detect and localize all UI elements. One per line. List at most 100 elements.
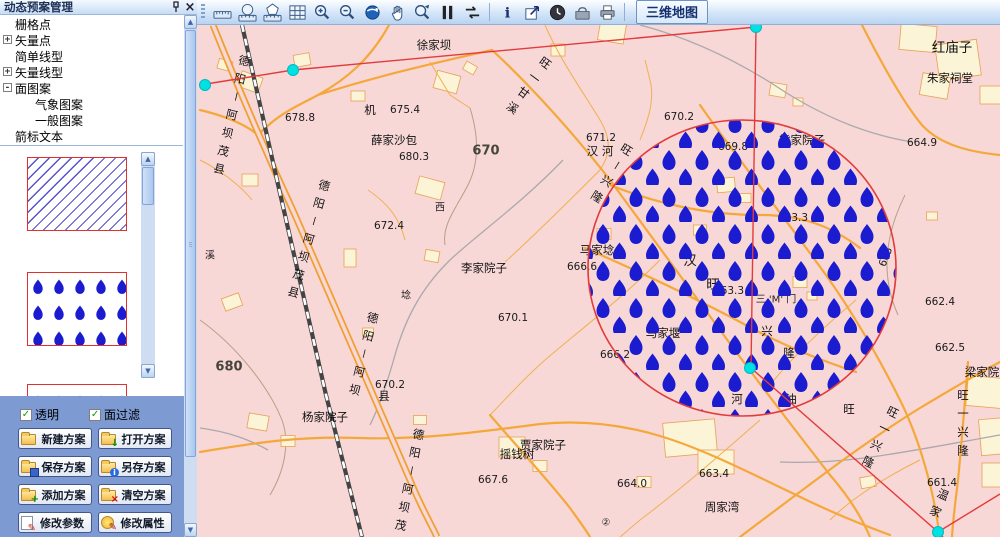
tree-item-1[interactable]: +矢量点 xyxy=(0,32,183,48)
pattern-list-scrollbar[interactable]: ▲ ▼ xyxy=(141,152,155,378)
plan-manager-panel: 动态预案管理 × 栅格点+矢量点简单线型+矢量线型-面图案气象图案一般图案箭标文… xyxy=(0,0,197,537)
export-icon[interactable] xyxy=(522,2,542,22)
scrollbar-thumb[interactable] xyxy=(142,167,154,205)
button-folder-open[interactable]: ↓打开方案 xyxy=(98,428,172,449)
measure-distance-icon[interactable] xyxy=(212,2,232,22)
checkbox-1[interactable]: ✓面过滤 xyxy=(89,406,140,423)
map-label: 旺一兴隆 xyxy=(856,403,903,477)
checkbox-0[interactable]: ✓透明 xyxy=(20,406,59,423)
close-icon[interactable]: × xyxy=(183,1,197,14)
zoom-out-icon[interactable] xyxy=(337,2,357,22)
edit-attrs-icon: ✎ xyxy=(101,516,114,529)
button-edit-params[interactable]: ✎修改参数 xyxy=(18,512,92,533)
map-label: 662.5 xyxy=(935,342,965,354)
button-edit-attrs[interactable]: ✎ 修改属性 xyxy=(98,512,172,533)
map-label: 李家院子 xyxy=(461,260,507,276)
folder-clear-icon: × xyxy=(101,490,116,501)
checkbox-box[interactable]: ✓ xyxy=(89,409,101,421)
map-toolbar: i 三维地图 xyxy=(197,0,1000,25)
folder-add-icon: + xyxy=(21,490,36,501)
map-label: 隆 xyxy=(783,345,795,361)
map-label: 678.8 xyxy=(285,112,315,124)
map-label: ② xyxy=(602,518,611,529)
map-label: 溪 xyxy=(205,247,215,262)
pattern-swatch-raindrops-partial[interactable] xyxy=(27,384,127,396)
tree-item-label: 矢量点 xyxy=(15,32,51,49)
scrollbar-thumb[interactable] xyxy=(185,30,196,457)
swap-icon[interactable] xyxy=(462,2,482,22)
map-label: 669.8 xyxy=(718,141,748,153)
tree-item-3[interactable]: +矢量线型 xyxy=(0,64,183,80)
grid-icon[interactable] xyxy=(287,2,307,22)
button-label: 新建方案 xyxy=(42,431,86,447)
map-label: 663.3 xyxy=(714,285,744,297)
expand-icon[interactable]: + xyxy=(3,67,12,76)
pattern-swatch-raindrops[interactable] xyxy=(27,272,127,346)
map-canvas[interactable]: 徐家坝红庙子朱家祠堂678.8机675.4薛家沙包680.3670671.267… xyxy=(197,25,1000,537)
tree-item-label: 一般图案 xyxy=(35,112,83,129)
tree-item-4[interactable]: -面图案 xyxy=(0,80,183,96)
gis-application-window: 动态预案管理 × 栅格点+矢量点简单线型+矢量线型-面图案气象图案一般图案箭标文… xyxy=(0,0,1000,537)
map-label: 680.3 xyxy=(399,151,429,163)
map-label: 周家湾 xyxy=(705,499,740,515)
map-label: 旺一甘溪 xyxy=(499,53,555,122)
button-folder-clear[interactable]: ×清空方案 xyxy=(98,484,172,505)
button-folder-save[interactable]: 保存方案 xyxy=(18,456,92,477)
pan-hand-icon[interactable] xyxy=(387,2,407,22)
tree-item-2[interactable]: 简单线型 xyxy=(0,48,183,64)
button-folder-new[interactable]: 新建方案 xyxy=(18,428,92,449)
panel-title-bar: 动态预案管理 × xyxy=(0,0,197,15)
map-label: 旺 xyxy=(843,401,855,417)
map3d-button[interactable]: 三维地图 xyxy=(636,0,708,24)
toolbar-grip[interactable] xyxy=(201,4,205,20)
measure-polygon-icon[interactable] xyxy=(262,2,282,22)
map-label: 旺一兴隆 xyxy=(955,389,971,463)
folder-open-icon: ↓ xyxy=(101,434,116,445)
scroll-down-icon[interactable]: ▼ xyxy=(184,523,197,537)
globe-icon[interactable] xyxy=(362,2,382,22)
button-folder-saveas[interactable]: i另存方案 xyxy=(98,456,172,477)
measure-area-icon[interactable] xyxy=(237,2,257,22)
map-label: 西 xyxy=(435,199,445,214)
button-label: 修改属性 xyxy=(121,515,165,531)
map-label: 德阳－阿坝茂 xyxy=(391,427,428,537)
tree-item-label: 气象图案 xyxy=(35,96,83,113)
checkbox-box[interactable]: ✓ xyxy=(20,409,32,421)
tree-item-6[interactable]: 一般图案 xyxy=(0,112,183,128)
button-label: 添加方案 xyxy=(42,487,86,503)
tree-item-5[interactable]: 气象图案 xyxy=(0,96,183,112)
collapse-icon[interactable]: - xyxy=(3,83,12,92)
info-icon[interactable]: i xyxy=(497,2,517,22)
map-label: 机 xyxy=(364,102,376,118)
print-icon[interactable] xyxy=(597,2,617,22)
tree-item-label: 面图案 xyxy=(15,80,51,97)
map-label: 马家堰 xyxy=(646,325,681,341)
scroll-up-icon[interactable]: ▲ xyxy=(184,15,197,29)
sidebar-scrollbar[interactable]: ▲ ▼ xyxy=(184,15,197,537)
clock-icon[interactable] xyxy=(547,2,567,22)
tree-item-label: 矢量线型 xyxy=(15,64,63,81)
pause-icon[interactable] xyxy=(437,2,457,22)
tree-item-7[interactable]: 箭标文本 xyxy=(0,128,183,144)
edit-params-icon: ✎ xyxy=(21,516,33,530)
map-label: 熊家院子 xyxy=(779,132,825,148)
zoom-in-icon[interactable] xyxy=(312,2,332,22)
map-label: 德阳－阿坝茂县 xyxy=(209,53,254,183)
archive-icon[interactable] xyxy=(572,2,592,22)
button-folder-add[interactable]: + 添加方案 xyxy=(18,484,92,505)
pin-icon[interactable] xyxy=(169,1,183,14)
scroll-up-icon[interactable]: ▲ xyxy=(141,152,155,166)
tree-item-0[interactable]: 栅格点 xyxy=(0,16,183,32)
map-label: 675.4 xyxy=(390,104,420,116)
scroll-down-icon[interactable]: ▼ xyxy=(141,364,155,378)
map-label: 670 xyxy=(472,144,499,159)
pattern-swatch-hatch[interactable] xyxy=(27,157,127,231)
tree-item-label: 简单线型 xyxy=(15,48,63,65)
map-label: 薛家沙包 xyxy=(371,132,417,148)
zoom-history-icon[interactable] xyxy=(412,2,432,22)
layer-tree: 栅格点+矢量点简单线型+矢量线型-面图案气象图案一般图案箭标文本 xyxy=(0,16,183,144)
map-label: 670.1 xyxy=(498,312,528,324)
map-label: 672.4 xyxy=(374,220,404,232)
expand-icon[interactable]: + xyxy=(3,35,12,44)
map-labels-layer: 徐家坝红庙子朱家祠堂678.8机675.4薛家沙包680.3670671.267… xyxy=(197,25,1000,537)
